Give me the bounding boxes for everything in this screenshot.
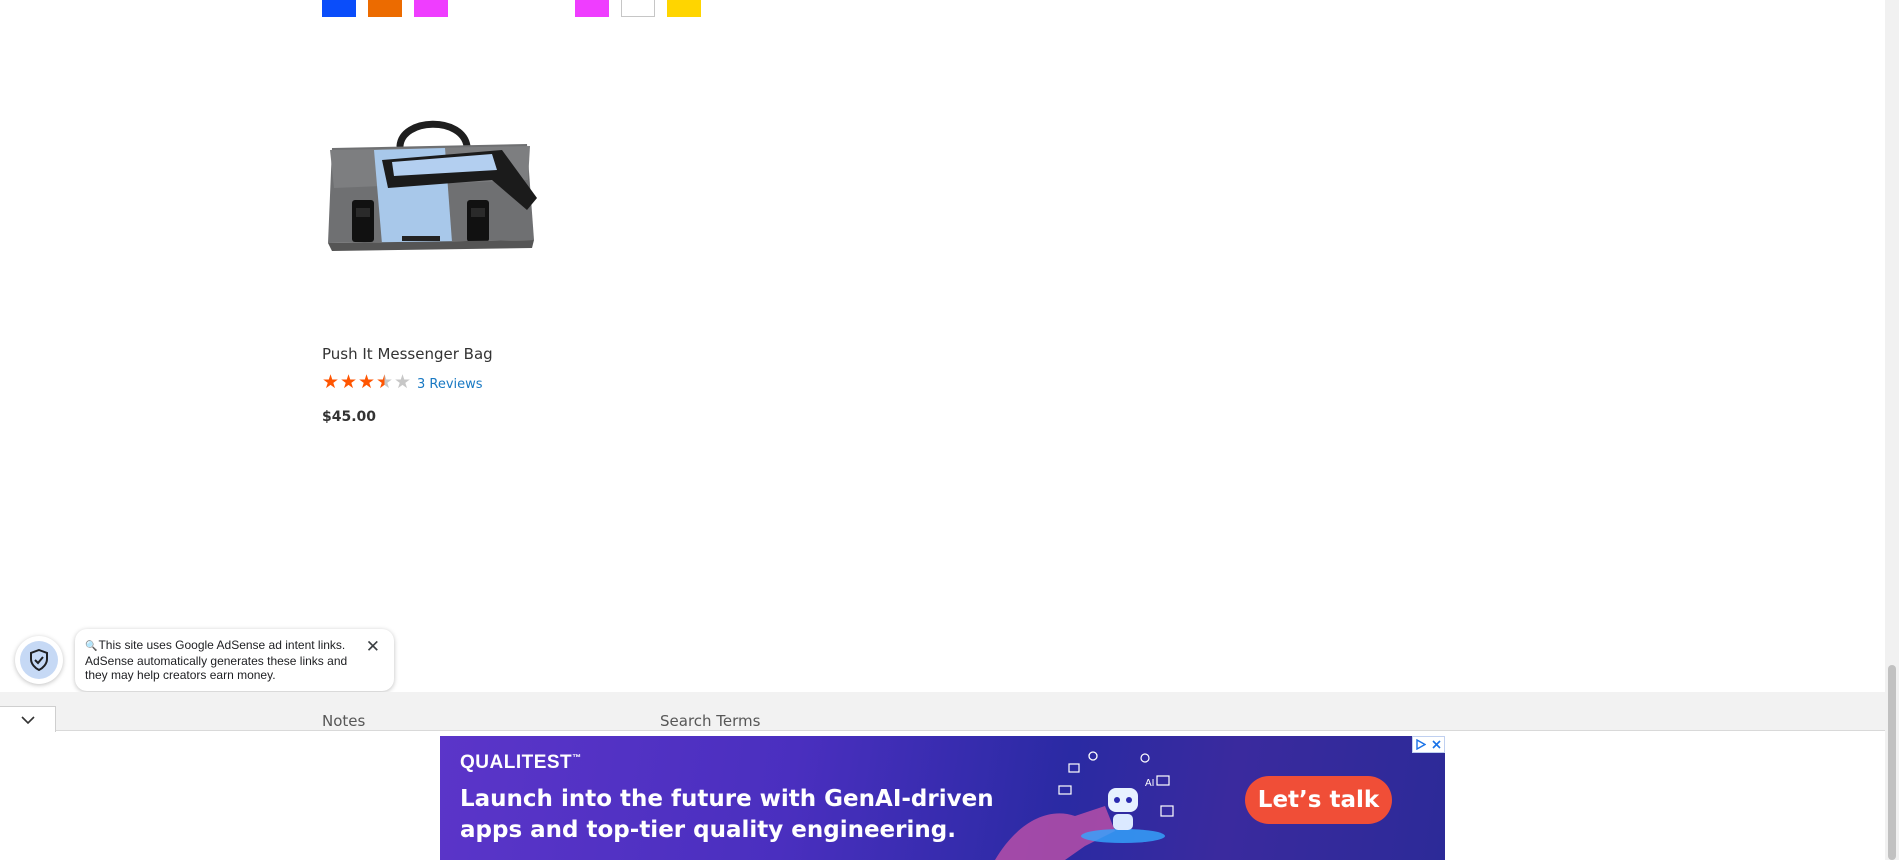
footer-link-notes[interactable]: Notes xyxy=(322,712,365,730)
ad-cta-button[interactable]: Let’s talk xyxy=(1245,776,1392,824)
close-icon[interactable]: ✕ xyxy=(366,638,380,655)
product-price: $45.00 xyxy=(322,409,377,425)
color-swatch-orange[interactable] xyxy=(368,0,402,17)
reviews-link[interactable]: 3 Reviews xyxy=(417,377,483,392)
star-icon: ★ xyxy=(340,372,358,393)
star-half-icon: ★ xyxy=(376,372,394,393)
scrollbar-thumb[interactable] xyxy=(1888,665,1896,860)
color-swatch-purple[interactable] xyxy=(575,0,609,17)
star-icon: ★ xyxy=(394,372,412,393)
adsense-notice: 🔍This site uses Google AdSense ad intent… xyxy=(75,629,394,691)
ad-banner[interactable]: QUALITEST™ Launch into the future with G… xyxy=(440,736,1445,860)
messenger-bag-image[interactable] xyxy=(322,110,544,280)
adchoices-icon xyxy=(1416,739,1427,750)
shield-check-icon xyxy=(20,641,58,679)
adsense-notice-text: This site uses Google AdSense ad intent … xyxy=(85,638,348,682)
ad-art-label: AI xyxy=(1145,778,1154,789)
star-icon: ★ xyxy=(322,372,340,393)
ad-choices[interactable] xyxy=(1412,736,1445,753)
robot-hand-illustration: AI xyxy=(995,751,1174,860)
color-swatch-yellow[interactable] xyxy=(667,0,701,17)
search-icon: 🔍 xyxy=(85,641,98,652)
chevron-down-icon xyxy=(20,715,35,724)
product-name[interactable]: Push It Messenger Bag xyxy=(322,345,493,363)
color-swatch-blue[interactable] xyxy=(322,0,356,17)
footer-bar xyxy=(0,692,1885,731)
ad-brand-logo: QUALITEST™ xyxy=(460,752,582,773)
scrollbar[interactable] xyxy=(1885,0,1899,860)
adsense-shield-button[interactable] xyxy=(15,636,63,684)
footer-link-search-terms[interactable]: Search Terms xyxy=(660,712,760,730)
collapse-toggle[interactable] xyxy=(0,706,56,732)
color-swatch-purple[interactable] xyxy=(414,0,448,17)
ad-headline: Launch into the future with GenAI-driven… xyxy=(460,786,994,843)
star-icon: ★ xyxy=(358,372,376,393)
color-swatch-white[interactable] xyxy=(621,0,655,17)
close-icon xyxy=(1432,740,1441,749)
